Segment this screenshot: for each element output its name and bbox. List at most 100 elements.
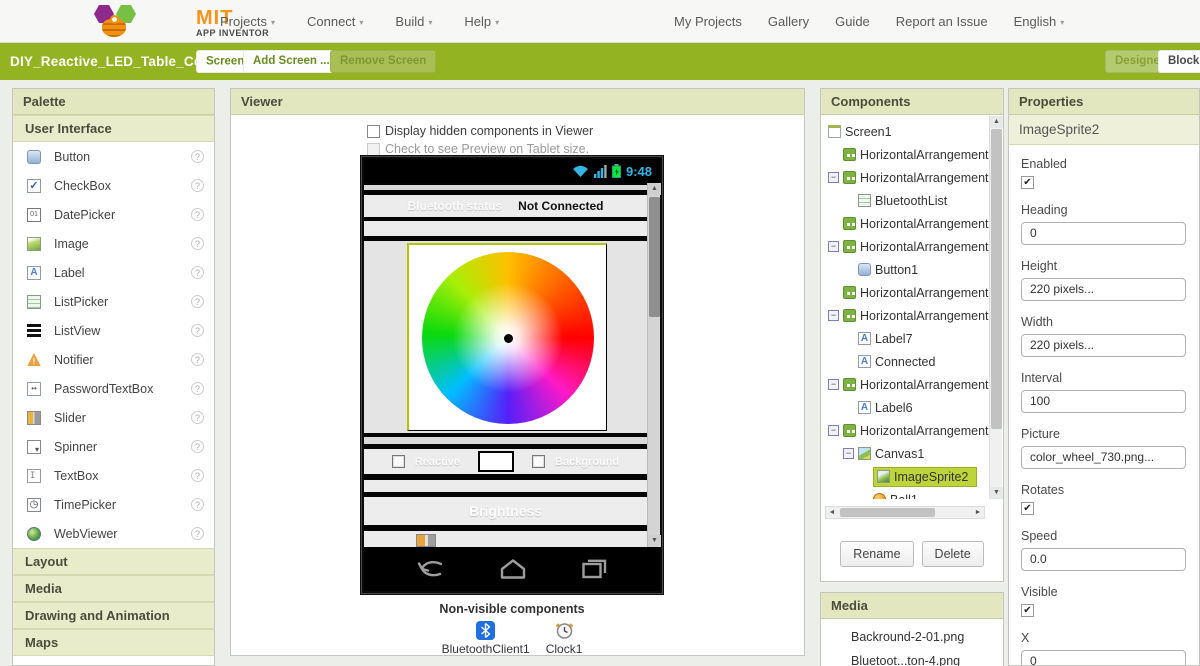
palette-item-timepicker[interactable]: TimePicker? xyxy=(13,490,214,519)
palette-item-button[interactable]: Button? xyxy=(13,142,214,171)
tree-item-button1[interactable]: Button1 xyxy=(822,258,989,281)
tree-item-horizontalarrangement3[interactable]: −HorizontalArrangement3 xyxy=(822,304,989,327)
palette-item-webviewer[interactable]: WebViewer? xyxy=(13,519,214,548)
palette-item-checkbox[interactable]: CheckBox? xyxy=(13,171,214,200)
palette-item-image[interactable]: Image? xyxy=(13,229,214,258)
tree-item-horizontalarrangement17[interactable]: HorizontalArrangement17 xyxy=(822,212,989,235)
reactive-checkbox[interactable] xyxy=(392,455,405,468)
collapse-icon[interactable]: − xyxy=(828,425,839,436)
menu-build[interactable]: Build▾ xyxy=(395,14,432,29)
brightness-row[interactable]: Brightness xyxy=(364,497,647,525)
help-icon[interactable]: ? xyxy=(191,411,204,424)
tree-item-connected[interactable]: Connected xyxy=(822,350,989,373)
media-file-bluetoot-ton-4-png[interactable]: Bluetoot...ton-4.png xyxy=(821,649,1003,666)
palette-item-textbox[interactable]: TextBox? xyxy=(13,461,214,490)
palette-section-media[interactable]: Media xyxy=(13,575,214,602)
clock1-component[interactable]: Clock1 xyxy=(546,621,583,656)
palette-item-notifier[interactable]: Notifier? xyxy=(13,345,214,374)
language-selector[interactable]: English▾ xyxy=(1014,14,1065,29)
property-checkbox-rotates[interactable]: ✔ xyxy=(1021,502,1034,515)
help-icon[interactable]: ? xyxy=(191,324,204,337)
arrangement-strip-top[interactable] xyxy=(364,185,647,190)
palette-item-datepicker[interactable]: DatePicker? xyxy=(13,200,214,229)
collapse-icon[interactable]: − xyxy=(828,241,839,252)
help-icon[interactable]: ? xyxy=(191,440,204,453)
property-checkbox-enabled[interactable]: ✔ xyxy=(1021,176,1034,189)
scroll-down-icon[interactable]: ▼ xyxy=(990,487,1003,499)
tree-item-horizontalarrangement18[interactable]: HorizontalArrangement18 xyxy=(822,143,989,166)
property-input-interval[interactable]: 100 xyxy=(1021,390,1186,413)
tree-item-imagesprite2[interactable]: ImageSprite2 xyxy=(822,465,989,488)
collapse-icon[interactable]: − xyxy=(843,448,854,459)
property-input-x[interactable]: 0 xyxy=(1021,650,1186,666)
bluetoothclient1-component[interactable]: BluetoothClient1 xyxy=(442,621,530,656)
property-input-width[interactable]: 220 pixels... xyxy=(1021,334,1186,357)
palette-item-listview[interactable]: ListView? xyxy=(13,316,214,345)
help-icon[interactable]: ? xyxy=(191,266,204,279)
menu-help[interactable]: Help▾ xyxy=(464,14,499,29)
property-input-speed[interactable]: 0.0 xyxy=(1021,548,1186,571)
palette-item-passwordtextbox[interactable]: PasswordTextBox? xyxy=(13,374,214,403)
palette-item-listpicker[interactable]: ListPicker? xyxy=(13,287,214,316)
home-icon[interactable] xyxy=(499,558,527,580)
tree-item-ball1[interactable]: Ball1 xyxy=(822,488,989,499)
scroll-up-icon[interactable]: ▲ xyxy=(990,116,1003,128)
arrangement-strip-mid[interactable] xyxy=(364,437,647,444)
help-icon[interactable]: ? xyxy=(191,527,204,540)
link-my-projects[interactable]: My Projects xyxy=(674,14,742,29)
bluetooth-status-row[interactable]: Bluetooth status Not Connected xyxy=(364,195,647,217)
collapse-icon[interactable]: − xyxy=(828,172,839,183)
palette-section-maps[interactable]: Maps xyxy=(13,629,214,656)
phone-scrollbar[interactable]: ▲ ▼ xyxy=(647,183,660,547)
help-icon[interactable]: ? xyxy=(191,208,204,221)
collapse-icon[interactable]: − xyxy=(828,310,839,321)
delete-button[interactable]: Delete xyxy=(922,541,984,567)
canvas-arrangement[interactable] xyxy=(364,241,647,433)
property-checkbox-visible[interactable]: ✔ xyxy=(1021,604,1034,617)
help-icon[interactable]: ? xyxy=(191,295,204,308)
link-gallery[interactable]: Gallery xyxy=(768,14,809,29)
value-textbox[interactable] xyxy=(478,451,514,472)
palette-section-drawing-and-animation[interactable]: Drawing and Animation xyxy=(13,602,214,629)
palette-section-user-interface[interactable]: User Interface xyxy=(13,115,214,142)
help-icon[interactable]: ? xyxy=(191,150,204,163)
rename-button[interactable]: Rename xyxy=(840,541,913,567)
scroll-right-icon[interactable]: ► xyxy=(972,507,984,518)
link-guide[interactable]: Guide xyxy=(835,14,870,29)
property-input-picture[interactable]: color_wheel_730.png... xyxy=(1021,446,1186,469)
help-icon[interactable]: ? xyxy=(191,237,204,250)
menu-connect[interactable]: Connect▾ xyxy=(307,14,363,29)
display-hidden-components-checkbox[interactable] xyxy=(367,125,380,138)
property-input-height[interactable]: 220 pixels... xyxy=(1021,278,1186,301)
tree-item-bluetoothlist[interactable]: BluetoothList xyxy=(822,189,989,212)
tree-item-canvas1[interactable]: −Canvas1 xyxy=(822,442,989,465)
media-file-backround-2-01-png[interactable]: Backround-2-01.png xyxy=(821,625,1003,649)
ball-sprite[interactable] xyxy=(504,334,513,343)
palette-item-label[interactable]: Label? xyxy=(13,258,214,287)
tree-item-screen1[interactable]: Screen1 xyxy=(822,120,989,143)
tablet-preview-checkbox[interactable] xyxy=(367,143,380,156)
components-scrollbar-horizontal[interactable]: ◄ ► xyxy=(825,506,985,519)
components-scroll-thumb[interactable] xyxy=(991,129,1002,429)
tree-item-horizontalarrangement13[interactable]: −HorizontalArrangement13 xyxy=(822,419,989,442)
components-hscroll-thumb[interactable] xyxy=(840,508,935,517)
brightness-slider[interactable] xyxy=(416,534,436,547)
property-input-heading[interactable]: 0 xyxy=(1021,222,1186,245)
tree-item-horizontalarrangement5[interactable]: −HorizontalArrangement5 xyxy=(822,373,989,396)
options-row[interactable]: Reactive Background xyxy=(364,449,647,474)
help-icon[interactable]: ? xyxy=(191,498,204,511)
scroll-left-icon[interactable]: ◄ xyxy=(826,507,838,518)
help-icon[interactable]: ? xyxy=(191,353,204,366)
menu-projects[interactable]: Projects▾ xyxy=(220,14,275,29)
tree-item-horizontalarrangement1[interactable]: −HorizontalArrangement1 xyxy=(822,166,989,189)
palette-item-spinner[interactable]: Spinner? xyxy=(13,432,214,461)
help-icon[interactable]: ? xyxy=(191,469,204,482)
help-icon[interactable]: ? xyxy=(191,179,204,192)
tree-item-label7[interactable]: Label7 xyxy=(822,327,989,350)
arrangement-bar-empty[interactable] xyxy=(364,221,647,236)
add-screen-button[interactable]: Add Screen ... xyxy=(243,50,340,73)
palette-item-slider[interactable]: Slider? xyxy=(13,403,214,432)
components-scrollbar-vertical[interactable]: ▲ ▼ xyxy=(989,116,1002,499)
link-report-an-issue[interactable]: Report an Issue xyxy=(896,14,988,29)
scroll-down-icon[interactable]: ▼ xyxy=(648,535,661,547)
